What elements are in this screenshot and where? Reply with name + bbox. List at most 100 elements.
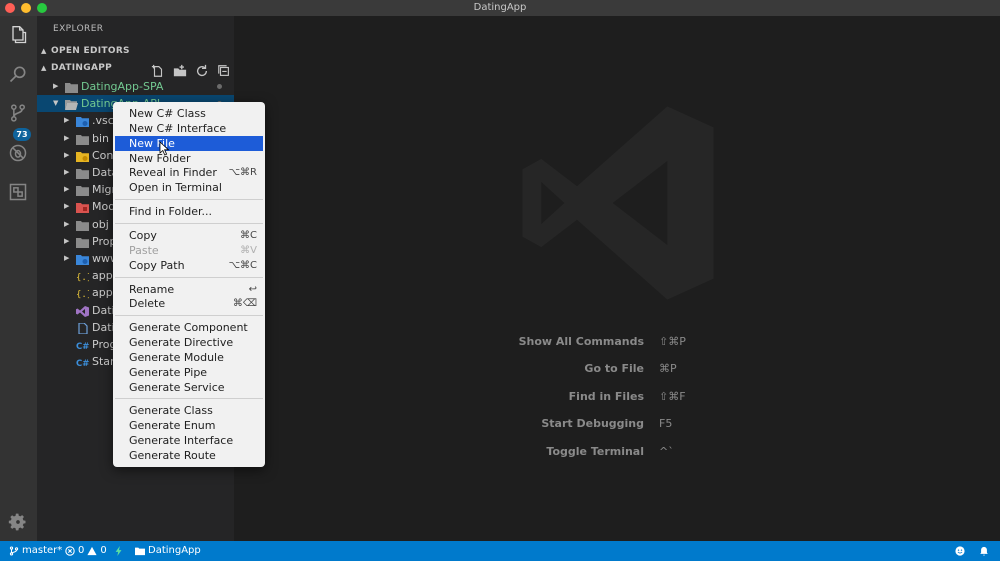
- shortcut-label: Find in Files: [568, 389, 644, 403]
- branch-indicator[interactable]: master*: [9, 541, 62, 561]
- chevron-right-icon[interactable]: ▶: [64, 250, 69, 267]
- chevron-right-icon[interactable]: ▶: [64, 112, 69, 129]
- menu-item-generate-pipe[interactable]: Generate Pipe: [115, 365, 263, 380]
- shortcut-label: Show All Commands: [518, 335, 644, 348]
- debug-icon[interactable]: [7, 142, 29, 164]
- menu-item-new-file[interactable]: New File: [115, 135, 263, 151]
- chevron-right-icon[interactable]: ▶: [64, 181, 69, 198]
- git-branch-icon: [9, 546, 19, 556]
- chevron-right-icon[interactable]: ▶: [53, 78, 58, 95]
- chevron-right-icon[interactable]: ▶: [64, 216, 69, 233]
- menu-item-paste: Paste ⌘V: [115, 243, 263, 258]
- maximize-window-button[interactable]: [37, 3, 47, 13]
- refresh-icon[interactable]: [195, 63, 209, 77]
- menu-item-label: Reveal in Finder: [129, 166, 217, 180]
- project-section[interactable]: ▲ DATINGAPP: [41, 63, 112, 73]
- menu-item-shortcut: ⌥⌘R: [228, 167, 257, 179]
- menu-item-label: Generate Enum: [129, 419, 216, 433]
- close-window-button[interactable]: [5, 3, 15, 13]
- caret-down-icon: ▲: [41, 47, 47, 55]
- menu-item-generate-service[interactable]: Generate Service: [115, 380, 263, 395]
- menu-item-generate-component[interactable]: Generate Component: [115, 320, 263, 335]
- chevron-right-icon[interactable]: ▶: [64, 198, 69, 215]
- menu-item-new-c-class[interactable]: New C# Class: [115, 106, 263, 121]
- chevron-down-icon[interactable]: ▼: [53, 95, 58, 112]
- status-bar: master* 0 0 DatingApp: [0, 541, 1000, 561]
- folder-icon: [76, 184, 89, 197]
- menu-separator: [115, 199, 263, 201]
- menu-item-label: New C# Interface: [129, 121, 227, 135]
- folder-icon: [76, 219, 89, 231]
- folder-indicator[interactable]: DatingApp: [135, 541, 201, 561]
- menu-item-new-c-interface[interactable]: New C# Interface: [115, 121, 263, 136]
- shortcut-keys: ⌘P: [659, 362, 677, 376]
- menu-item-generate-enum[interactable]: Generate Enum: [115, 418, 263, 433]
- folder-icon: [135, 547, 145, 556]
- menu-item-open-in-terminal[interactable]: Open in Terminal: [115, 180, 263, 195]
- search-icon[interactable]: [7, 63, 29, 85]
- new-file-icon[interactable]: [151, 63, 165, 77]
- problems-indicator[interactable]: 0 0: [65, 541, 107, 561]
- menu-item-shortcut: ⌘V: [240, 244, 257, 256]
- menu-item-label: Find in Folder...: [129, 205, 213, 219]
- menu-item-generate-directive[interactable]: Generate Directive: [115, 335, 263, 350]
- menu-item-label: Generate Component: [129, 321, 248, 335]
- explorer-icon[interactable]: [7, 24, 29, 46]
- lightning-icon[interactable]: [114, 541, 124, 561]
- menu-item-shortcut: ⌥⌘C: [228, 259, 257, 271]
- warning-icon: [87, 546, 97, 556]
- menu-item-generate-module[interactable]: Generate Module: [115, 350, 263, 365]
- menu-item-label: Paste: [129, 243, 159, 257]
- visual-studio-icon: [76, 305, 89, 317]
- open-editors-section[interactable]: ▲ OPEN EDITORS: [41, 46, 130, 56]
- source-control-icon[interactable]: [7, 102, 29, 124]
- menu-item-label: Rename: [129, 282, 175, 296]
- menu-item-generate-route[interactable]: Generate Route: [115, 448, 263, 463]
- chevron-right-icon[interactable]: ▶: [64, 130, 69, 147]
- menu-item-delete[interactable]: Delete ⌘⌫: [115, 296, 263, 311]
- menu-item-generate-interface[interactable]: Generate Interface: [115, 433, 263, 448]
- json-icon: {.}: [76, 270, 92, 283]
- extensions-icon[interactable]: [7, 181, 29, 203]
- menu-item-rename[interactable]: Rename ↩: [115, 282, 263, 297]
- menu-item-label: Copy: [129, 228, 157, 242]
- feedback-icon[interactable]: [955, 541, 965, 561]
- context-menu: New C# Class New C# Interface New File New …: [113, 102, 265, 467]
- menu-item-reveal-in-finder[interactable]: Reveal in Finder ⌥⌘R: [115, 165, 263, 180]
- modified-dot: [217, 84, 222, 89]
- chevron-right-icon[interactable]: ▶: [64, 164, 69, 181]
- menu-item-find-in-folder[interactable]: Find in Folder...: [115, 204, 263, 219]
- bell-icon[interactable]: [979, 541, 989, 561]
- menu-item-label: Copy Path: [129, 258, 185, 272]
- chevron-right-icon[interactable]: ▶: [64, 233, 69, 250]
- tree-item-label: DatingApp-SPA: [81, 80, 164, 93]
- tree-item[interactable]: ▶ DatingApp-SPA: [37, 78, 234, 95]
- svg-text:{.}: {.}: [76, 290, 89, 299]
- tree-item-label: bin: [92, 131, 110, 145]
- folder-icon: [76, 133, 89, 145]
- error-icon: [65, 546, 75, 556]
- chevron-right-icon[interactable]: ▶: [64, 147, 69, 164]
- menu-item-shortcut: ⌘⌫: [232, 298, 257, 310]
- file-icon: [76, 322, 89, 335]
- menu-item-copy-path[interactable]: Copy Path ⌥⌘C: [115, 258, 263, 273]
- collapse-all-icon[interactable]: [217, 63, 231, 77]
- menu-item-new-folder[interactable]: New Folder: [115, 151, 263, 166]
- shortcut-label: Start Debugging: [541, 417, 644, 431]
- vscode-logo-watermark: [522, 106, 714, 300]
- new-folder-icon[interactable]: [173, 63, 187, 77]
- shortcut-keys: F5: [659, 417, 673, 431]
- menu-separator: [115, 398, 263, 400]
- minimize-window-button[interactable]: [21, 3, 31, 13]
- menu-item-label: Generate Class: [129, 404, 213, 418]
- gear-icon[interactable]: [7, 511, 29, 533]
- menu-item-generate-class[interactable]: Generate Class: [115, 403, 263, 418]
- menu-item-label: Open in Terminal: [129, 181, 222, 195]
- menu-item-label: Generate Service: [129, 380, 225, 394]
- activity-bar: 73: [0, 16, 37, 541]
- folder-icon: [76, 253, 89, 265]
- menu-item-copy[interactable]: Copy ⌘C: [115, 228, 263, 243]
- vscode-window: DatingApp 73 EXPLORER ▲ OPEN EDITORS ▲ DAT…: [0, 0, 1000, 561]
- folder-open-icon: [65, 98, 78, 111]
- json-icon: {.}: [76, 287, 92, 300]
